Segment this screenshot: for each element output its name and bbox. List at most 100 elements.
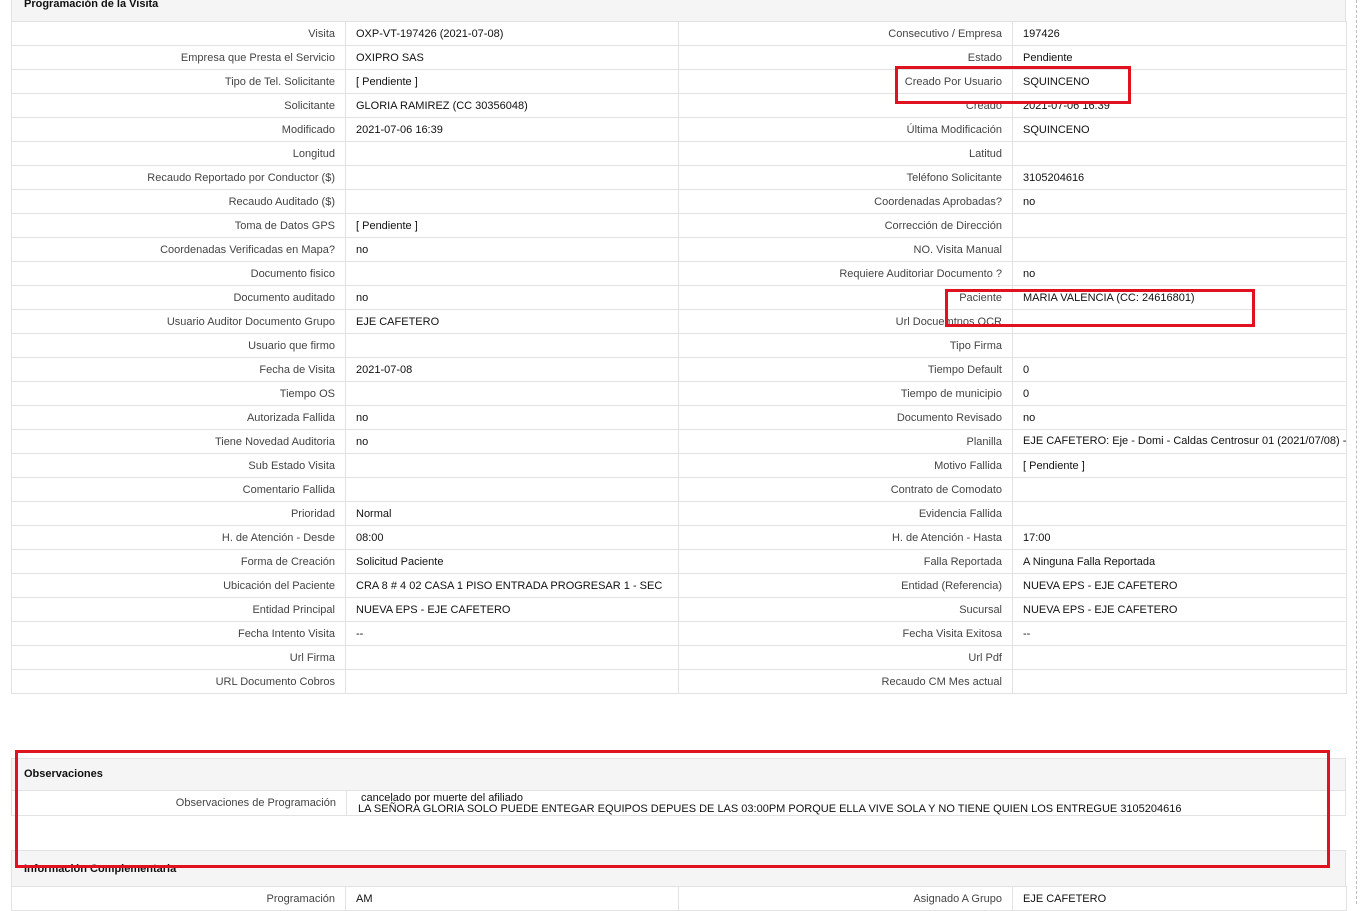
field-value: -- [1012,621,1347,646]
field-label: Requiere Auditoriar Documento ? [678,261,1013,286]
field-value: -- [345,621,679,646]
field-label: Motivo Fallida [678,453,1013,478]
field-value [345,141,679,166]
field-label: Documento fisico [11,261,346,286]
field-label: Estado [678,45,1013,70]
field-label: Recaudo Auditado ($) [11,189,346,214]
field-label: Sub Estado Visita [11,453,346,478]
field-value: OXP-VT-197426 (2021-07-08) [345,21,679,46]
field-label: Teléfono Solicitante [678,165,1013,190]
table-row: Longitud Latitud [11,141,1347,166]
field-value [345,477,679,502]
field-value [1012,141,1347,166]
field-label: Coordenadas Verificadas en Mapa? [11,237,346,262]
field-label: Paciente [678,285,1013,310]
field-value: NUEVA EPS - EJE CAFETERO [1012,597,1347,622]
field-value: EJE CAFETERO [345,309,679,334]
field-label: Recaudo Reportado por Conductor ($) [11,165,346,190]
field-value [345,381,679,406]
field-label: Corrección de Dirección [678,213,1013,238]
field-label: Latitud [678,141,1013,166]
observaciones-label: Observaciones de Programación [175,797,336,809]
table-row: Visita OXP-VT-197426 (2021-07-08) Consecut… [11,21,1347,46]
field-value: 2021-07-08 [345,357,679,382]
field-label: H. de Atención - Desde [11,525,346,550]
field-value [345,261,679,286]
table-row: Ubicación del Paciente CRA 8 # 4 02 CASA … [11,573,1347,598]
field-label: Entidad (Referencia) [678,573,1013,598]
field-value: NUEVA EPS - EJE CAFETERO [1012,573,1347,598]
table-row: Fecha de Visita 2021-07-08 Tiempo Default… [11,357,1347,382]
field-value: 08:00 [345,525,679,550]
field-label: Consecutivo / Empresa [678,21,1013,46]
field-value: 0 [1012,357,1347,382]
field-label: Fecha Visita Exitosa [678,621,1013,646]
table-row: Toma de Datos GPS[ Pendiente ] Corrección… [11,213,1347,238]
field-value: NUEVA EPS - EJE CAFETERO [345,597,679,622]
table-row: H. de Atención - Desde 08:00 H. de Atenció… [11,525,1347,550]
field-value: no [345,429,679,454]
field-label: Sucursal [678,597,1013,622]
table-row: Usuario Auditor Documento Grupo EJE CAFET… [11,309,1347,334]
table-row: Documento auditado no Paciente MARIA VALEN… [11,285,1347,310]
field-label: Planilla [678,429,1013,454]
table-row: Comentario Fallida Contrato de Comodato [11,477,1347,502]
field-label: Última Modificación [678,117,1013,142]
table-row: URL Documento Cobros Recaudo CM Mes actua… [11,669,1347,694]
field-label: Contrato de Comodato [678,477,1013,502]
section-title-text: Programación de la Visita [24,0,159,10]
field-label: Tipo de Tel. Solicitante [11,69,346,94]
table-row: Programación AM Asignado A Grupo EJE CAF… [11,886,1347,911]
field-value: SQUINCENO [1012,117,1347,142]
field-label: Fecha Intento Visita [11,621,346,646]
table-row: Usuario que firmo Tipo Firma [11,333,1347,358]
observaciones-line-2: LA SEÑORA GLORIA SOLO PUEDE ENTEGAR EQUI… [358,803,1182,815]
field-label: Forma de Creación [11,549,346,574]
field-value: 2021-07-06 16:39 [345,117,679,142]
field-value [345,333,679,358]
field-label: Tiempo Default [678,357,1013,382]
table-row: Recaudo Reportado por Conductor ($) Teléf… [11,165,1347,190]
field-value [345,189,679,214]
field-value [1012,477,1347,502]
field-value [1012,213,1347,238]
field-label: Evidencia Fallida [678,501,1013,526]
field-label: Url Firma [11,645,346,670]
field-label: Comentario Fallida [11,477,346,502]
field-label: Ubicación del Paciente [11,573,346,598]
page-edge-dashed-border [1356,0,1357,904]
table-row: Url Firma Url Pdf [11,645,1347,670]
field-label: Falla Reportada [678,549,1013,574]
field-label: Usuario Auditor Documento Grupo [11,309,346,334]
field-value: 2021-07-06 16:39 [1012,93,1347,118]
field-value: no [345,285,679,310]
table-row: Documento fisico Requiere Auditoriar Docu… [11,261,1347,286]
field-value: MARIA VALENCIA (CC: 24616801) [1012,285,1347,310]
field-label: Url Pdf [678,645,1013,670]
field-value: Normal [345,501,679,526]
field-value: no [1012,261,1347,286]
field-label: Longitud [11,141,346,166]
field-label: Solicitante [11,93,346,118]
field-label: Modificado [11,117,346,142]
section-title-text: Información Complementaria [24,863,177,875]
table-row: Tiene Novedad Auditoria no Planilla EJE CA… [11,429,1347,454]
field-value: 197426 [1012,21,1347,46]
field-value: 3105204616 [1012,165,1347,190]
field-label: Tipo Firma [678,333,1013,358]
field-label: URL Documento Cobros [11,669,346,694]
complementaria-table: Programación AM Asignado A Grupo EJE CAF… [11,886,1347,911]
field-label: Tiempo de municipio [678,381,1013,406]
table-row: Empresa que Presta el Servicio OXIPRO SAS… [11,45,1347,70]
table-row: Sub Estado Visita Motivo Fallida[ Pendien… [11,453,1347,478]
field-value [345,453,679,478]
field-value: Pendiente [1012,45,1347,70]
field-label: Programación [11,886,346,911]
table-row: Tiempo OS Tiempo de municipio 0 [11,381,1347,406]
field-label: Url Docuemtnos OCR [678,309,1013,334]
field-value [345,165,679,190]
field-value: OXIPRO SAS [345,45,679,70]
field-label: Asignado A Grupo [678,886,1013,911]
field-value [345,669,679,694]
field-value [1012,669,1347,694]
